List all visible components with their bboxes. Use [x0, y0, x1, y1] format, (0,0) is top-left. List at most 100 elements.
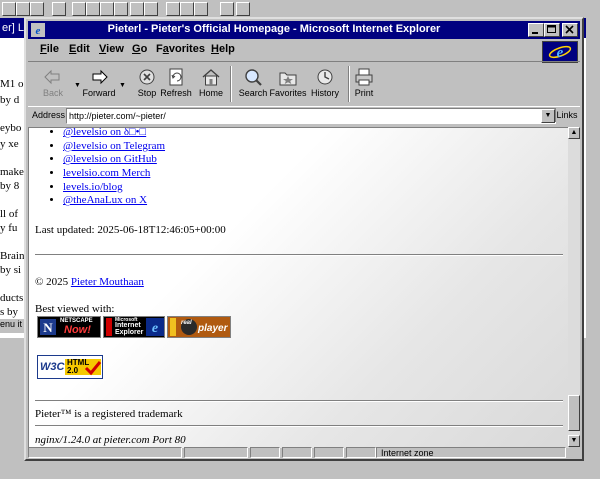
menu-file-label: File	[40, 43, 59, 55]
menu-file[interactable]: File	[40, 43, 59, 55]
copyright-author-link[interactable]: Pieter Mouthaan	[71, 276, 144, 288]
back-label: Back	[42, 88, 63, 98]
bg-title-fragment: er] Li	[2, 22, 27, 34]
bg-toolbar-button	[220, 2, 234, 16]
printer-icon	[355, 68, 373, 86]
bg-toolbar-button	[194, 2, 208, 16]
list-item: @levelsio on GitHub	[63, 152, 165, 166]
netscape-now-badge[interactable]: N NETSCAPE Now!	[37, 316, 101, 338]
scroll-up-button[interactable]: ▲	[568, 127, 580, 139]
status-cell	[250, 447, 280, 458]
last-updated: Last updated: 2025-06-18T12:46:05+00:00	[35, 224, 226, 236]
links-button[interactable]: Links	[555, 108, 578, 122]
favorites-button[interactable]: Favorites	[267, 64, 309, 104]
background-status-fragment: enu it	[0, 318, 24, 333]
address-bar: Address ▼ Links	[28, 107, 580, 125]
ie-throbber-logo: e	[542, 41, 578, 63]
address-dropdown-button[interactable]: ▼	[541, 109, 555, 123]
social-links-list: @levelsio on δ□•□ @levelsio on Telegram …	[41, 128, 165, 207]
bg-toolbar-button	[130, 2, 144, 16]
scroll-down-button[interactable]: ▼	[568, 435, 580, 447]
security-zone: Internet zone	[376, 447, 566, 458]
divider	[35, 400, 563, 402]
menu-favorites[interactable]: Favorites	[156, 43, 205, 55]
forward-arrow-icon	[92, 69, 108, 85]
svg-text:e: e	[557, 45, 564, 61]
menu-edit-label: Edit	[69, 43, 90, 55]
bg-text-line: by 8	[0, 180, 20, 192]
menu-go-label: Go	[132, 43, 148, 55]
maximize-button[interactable]	[544, 23, 560, 37]
link-levelsio-unknown[interactable]: @levelsio on δ□•□	[63, 128, 146, 138]
forward-button[interactable]: Forward	[78, 64, 120, 104]
back-button[interactable]: Back	[32, 64, 74, 104]
link-levelsio-telegram[interactable]: @levelsio on Telegram	[63, 140, 165, 152]
scroll-thumb[interactable]	[568, 395, 580, 431]
realplayer-badge[interactable]: real player	[167, 316, 231, 338]
w3c-html-badge[interactable]: W3C HTML 2.0	[37, 355, 103, 379]
history-label: History	[310, 88, 339, 98]
home-icon	[202, 69, 220, 86]
window-title: Pieterl - Pieter's Official Homepage - M…	[107, 23, 441, 35]
vertical-scrollbar[interactable]: ▲ ▼	[568, 127, 580, 447]
history-icon	[317, 69, 333, 85]
forward-dropdown-icon[interactable]: ▼	[119, 82, 126, 89]
bg-text-line: M1 o	[0, 78, 24, 90]
status-cell	[282, 447, 312, 458]
address-input[interactable]	[69, 109, 539, 122]
bg-toolbar-button	[16, 2, 30, 16]
link-levelsio-github[interactable]: @levelsio on GitHub	[63, 153, 157, 165]
real-top-text: real	[181, 320, 192, 326]
address-box: ▼	[66, 108, 556, 124]
checkmark-icon	[84, 361, 102, 376]
menu-view[interactable]: View	[99, 43, 124, 55]
list-item: @levelsio on Telegram	[63, 139, 165, 153]
bg-toolbar-button	[52, 2, 66, 16]
favorites-folder-icon	[279, 72, 297, 86]
menu-bar: File Edit View Go Favorites Help e	[28, 41, 580, 63]
minimize-icon	[532, 32, 538, 34]
status-progress-cell	[184, 447, 248, 458]
bg-text-line: ll of	[0, 208, 19, 220]
bg-text-line: by d	[0, 94, 20, 106]
copyright-text: © 2025	[35, 276, 71, 288]
zone-label: Internet zone	[381, 448, 434, 458]
title-bar[interactable]: e Pieterl - Pieter's Official Homepage -…	[28, 21, 580, 39]
bg-text-line: s by	[0, 306, 19, 318]
menu-help[interactable]: Help	[211, 43, 235, 55]
close-button[interactable]	[562, 23, 578, 37]
netscape-logo-icon: N	[40, 319, 56, 335]
bg-text-line: by si	[0, 264, 22, 276]
back-arrow-icon	[44, 69, 60, 85]
menu-edit[interactable]: Edit	[69, 43, 90, 55]
bg-toolbar-button	[30, 2, 44, 16]
ie-badge-logo-icon: e	[146, 318, 164, 336]
history-button[interactable]: History	[304, 64, 346, 104]
bg-toolbar-button	[144, 2, 158, 16]
bg-toolbar-button	[100, 2, 114, 16]
home-button[interactable]: Home	[190, 64, 232, 104]
bg-text-line: make	[0, 166, 24, 178]
menu-help-label: Help	[211, 43, 235, 55]
status-bar: Internet zone	[28, 447, 580, 459]
link-theanalux-x[interactable]: @theAnaLux on X	[63, 194, 147, 206]
favorites-label: Favorites	[269, 88, 307, 98]
address-label: Address	[32, 110, 66, 120]
list-item: levelsio.com Merch	[63, 166, 165, 180]
home-label: Home	[198, 88, 223, 98]
print-button[interactable]: Print	[343, 64, 385, 104]
link-levelsio-merch[interactable]: levelsio.com Merch	[63, 167, 150, 179]
w3c-text: W3C	[40, 361, 65, 373]
background-window-edge	[586, 18, 600, 479]
svg-text:N: N	[43, 320, 53, 335]
menu-favorites-label: Favorites	[156, 43, 205, 55]
link-levels-blog[interactable]: levels.io/blog	[63, 181, 123, 193]
ie-window: e Pieterl - Pieter's Official Homepage -…	[24, 17, 584, 461]
print-label: Print	[354, 88, 374, 98]
bg-text-line: y xe	[0, 138, 19, 150]
minimize-button[interactable]	[528, 23, 544, 37]
internet-explorer-badge[interactable]: Microsoft Internet Explorer e	[103, 316, 165, 338]
bg-toolbar-button	[2, 2, 16, 16]
menu-go[interactable]: Go	[132, 43, 147, 55]
status-cell	[314, 447, 344, 458]
